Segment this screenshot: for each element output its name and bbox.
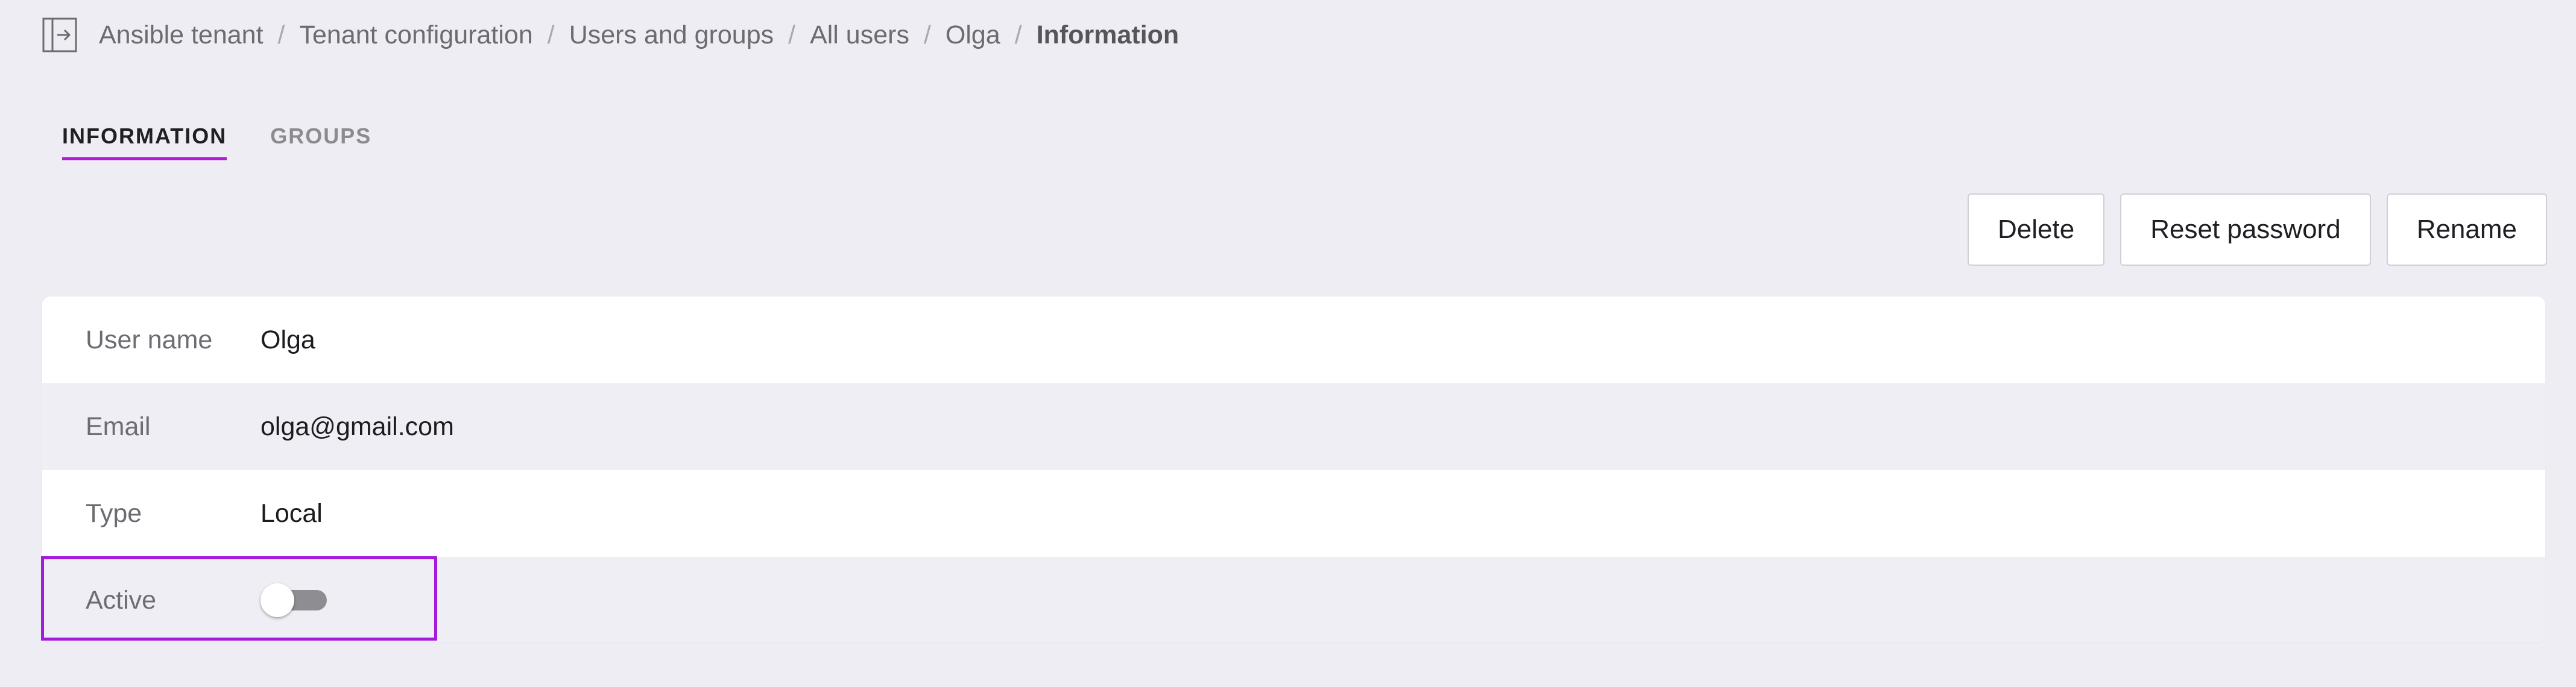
breadcrumb-ansible-tenant[interactable]: Ansible tenant (99, 20, 264, 50)
reset-password-button[interactable]: Reset password (2120, 193, 2371, 266)
breadcrumb-separator: / (788, 20, 796, 49)
rename-button[interactable]: Rename (2386, 193, 2547, 266)
user-name-label: User name (86, 325, 213, 354)
email-row: Email olga@gmail.com (42, 383, 2545, 470)
delete-button[interactable]: Delete (1968, 193, 2105, 266)
active-label: Active (86, 585, 157, 615)
breadcrumb-information: Information (1036, 20, 1179, 49)
tab-information[interactable]: INFORMATION (62, 124, 227, 160)
toggle-knob (260, 583, 294, 617)
breadcrumb-all-users[interactable]: All users (810, 20, 909, 50)
breadcrumb-separator: / (923, 20, 931, 49)
email-value: olga@gmail.com (260, 412, 454, 441)
sidebar-toggle-icon[interactable] (42, 17, 77, 52)
breadcrumb-separator: / (277, 20, 285, 49)
user-information-card: User name Olga Email olga@gmail.com Type… (42, 296, 2545, 642)
breadcrumb-separator: / (547, 20, 555, 49)
type-row: Type Local (42, 470, 2545, 557)
user-name-row: User name Olga (42, 296, 2545, 383)
active-row: Active (42, 557, 2545, 642)
action-buttons: Delete Reset password Rename (1968, 193, 2547, 266)
active-toggle[interactable] (260, 583, 327, 617)
type-label: Type (86, 498, 142, 528)
tab-bar: INFORMATION GROUPS (62, 124, 371, 160)
top-bar: Ansible tenant / Tenant configuration / … (42, 17, 1179, 53)
type-value: Local (260, 498, 323, 528)
tab-groups[interactable]: GROUPS (270, 124, 371, 160)
user-name-value: Olga (260, 325, 315, 354)
breadcrumb: Ansible tenant / Tenant configuration / … (99, 20, 1179, 50)
breadcrumb-separator: / (1014, 20, 1022, 49)
breadcrumb-tenant-configuration[interactable]: Tenant configuration (299, 20, 532, 50)
breadcrumb-users-and-groups[interactable]: Users and groups (569, 20, 774, 50)
email-label: Email (86, 412, 151, 441)
breadcrumb-olga[interactable]: Olga (945, 20, 1000, 50)
